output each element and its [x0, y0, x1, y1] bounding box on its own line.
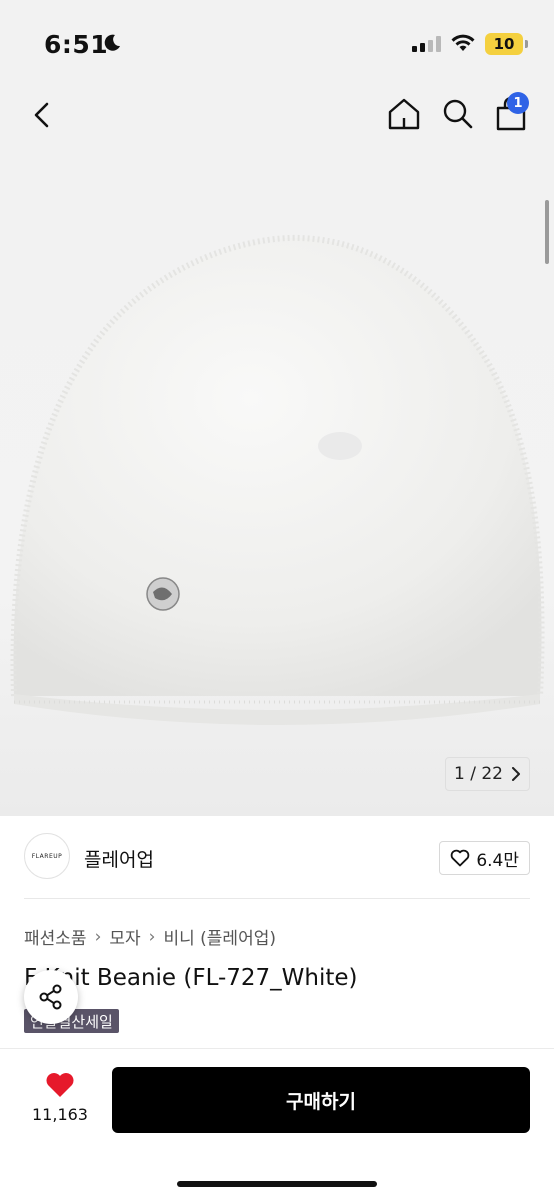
cart-badge: 1 — [507, 92, 529, 114]
image-counter-button[interactable]: 1 / 22 — [445, 757, 530, 791]
brand-row[interactable]: FLAREUP 플레어업 6.4만 — [24, 833, 530, 881]
status-bar: 6:51 10 — [0, 0, 554, 86]
divider — [24, 898, 530, 899]
brand-like-button[interactable]: 6.4만 — [439, 841, 530, 875]
chevron-right-icon — [511, 767, 520, 781]
wishlist-count: 11,163 — [32, 1105, 88, 1124]
heart-filled-icon — [46, 1073, 74, 1097]
heart-outline-icon — [451, 849, 470, 867]
battery-level: 10 — [493, 35, 515, 53]
moon-icon — [104, 34, 120, 51]
home-icon[interactable] — [386, 96, 422, 132]
back-chevron-icon[interactable] — [26, 98, 60, 132]
wifi-icon — [451, 34, 475, 51]
breadcrumb-item[interactable]: 비니 (플레어업) — [163, 924, 276, 949]
wishlist-button[interactable]: 11,163 — [24, 1071, 96, 1124]
chevron-right-icon: › — [94, 926, 102, 947]
breadcrumb-item[interactable]: 패션소품 — [24, 924, 87, 949]
brand-like-count: 6.4만 — [476, 850, 519, 871]
breadcrumb: 패션소품 › 모자 › 비니 (플레어업) — [24, 924, 276, 950]
battery-cap — [525, 40, 528, 48]
logo-charm — [146, 577, 180, 611]
product-image[interactable] — [0, 226, 554, 806]
buy-button[interactable]: 구매하기 — [112, 1067, 530, 1133]
home-indicator[interactable] — [177, 1181, 377, 1187]
status-time: 6:51 — [44, 30, 109, 59]
image-counter-text: 1 / 22 — [454, 764, 503, 784]
product-image-gallery[interactable] — [0, 86, 554, 816]
chevron-right-icon: › — [148, 926, 156, 947]
cellular-signal-icon — [412, 36, 441, 52]
share-icon — [39, 984, 62, 1010]
search-icon[interactable] — [440, 96, 476, 132]
share-button[interactable] — [24, 970, 78, 1024]
scroll-indicator[interactable] — [545, 200, 549, 264]
brand-name[interactable]: 플레어업 — [84, 845, 154, 872]
battery-icon: 10 — [485, 33, 523, 55]
bottom-purchase-bar: 11,163 구매하기 — [0, 1048, 554, 1200]
breadcrumb-item[interactable]: 모자 — [109, 924, 140, 949]
brand-logo[interactable]: FLAREUP — [24, 833, 70, 879]
